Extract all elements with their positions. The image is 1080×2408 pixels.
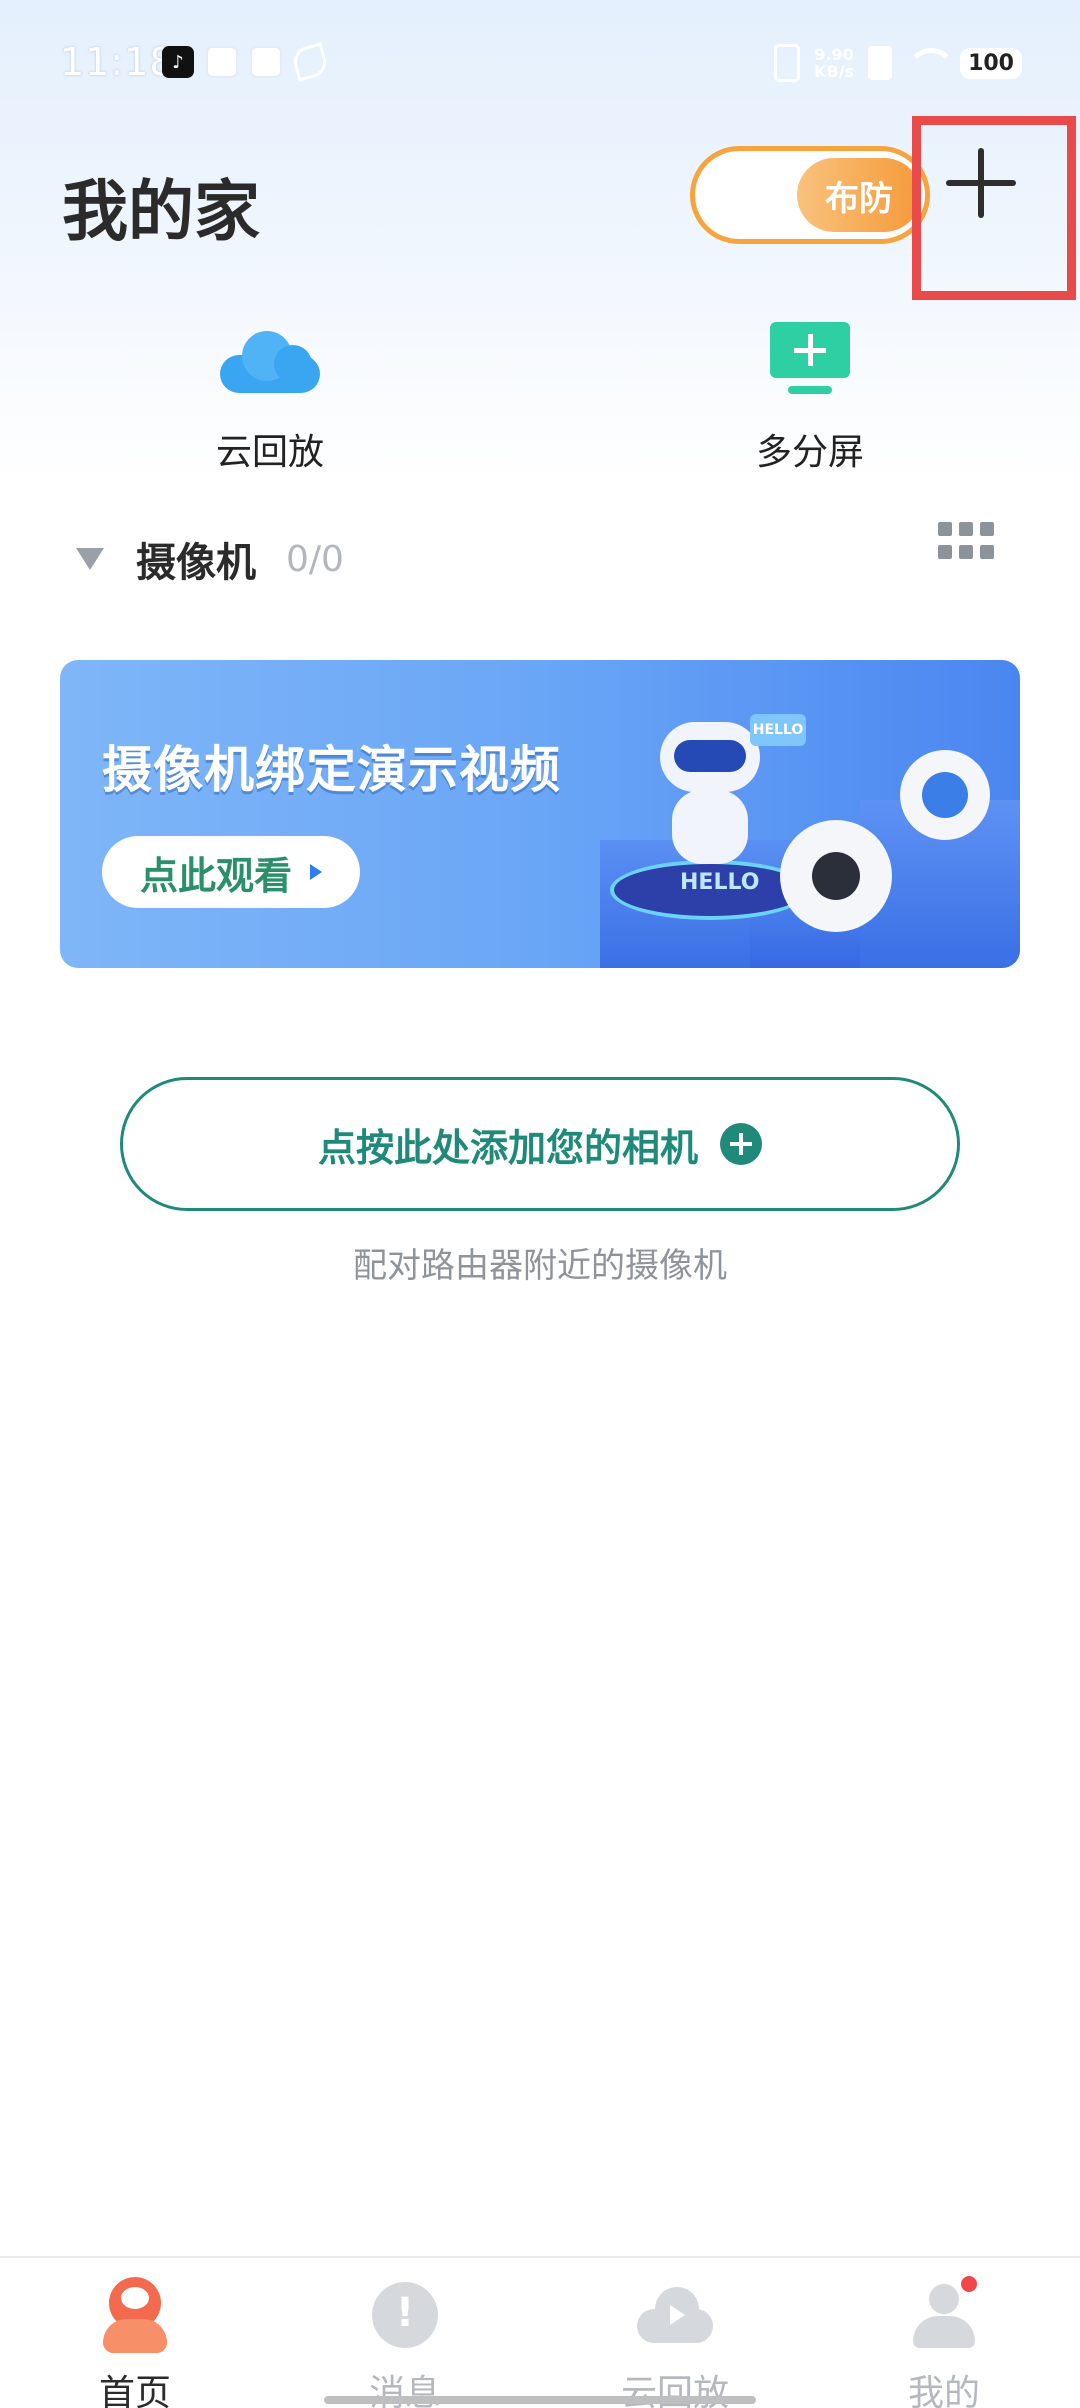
mail-icon xyxy=(206,46,238,78)
hello-base-text: HELLO xyxy=(680,870,760,895)
home-mascot-icon xyxy=(55,2272,215,2358)
nav-mine[interactable]: 我的 xyxy=(864,2272,1024,2408)
network-speed-unit: KB/s xyxy=(814,62,855,81)
grid-view-icon[interactable] xyxy=(938,522,994,560)
message-icon xyxy=(325,2272,485,2358)
home-indicator xyxy=(324,2396,756,2404)
pair-hint-text: 配对路由器附近的摄像机 xyxy=(353,1246,727,1286)
vibrate-icon xyxy=(774,44,801,82)
plus-circle-icon xyxy=(720,1123,762,1165)
add-camera-button[interactable]: 点按此处添加您的相机 xyxy=(120,1077,960,1211)
multi-screen-icon xyxy=(710,315,910,405)
nav-cloud-playback[interactable]: 云回放 xyxy=(595,2272,755,2408)
battery-indicator: 100 xyxy=(960,47,1022,79)
nav-mine-label: 我的 xyxy=(907,2373,980,2408)
nav-home-label: 首页 xyxy=(98,2373,171,2408)
banner-title: 摄像机绑定演示视频 xyxy=(102,741,561,799)
multi-screen-shortcut[interactable]: 多分屏 xyxy=(710,315,910,475)
highlight-box xyxy=(912,116,1076,300)
watch-video-button[interactable]: 点此观看 xyxy=(102,836,360,908)
bottom-nav: 首页 消息 云回放 我的 xyxy=(0,2256,1080,2408)
bluetooth-icon xyxy=(868,46,893,80)
status-right: 9.90 KB/s 100 xyxy=(774,44,1022,82)
camera-group-header[interactable]: 摄像机 0/0 xyxy=(76,530,344,588)
notification-dot xyxy=(961,2276,977,2292)
arm-toggle-knob: 布防 xyxy=(797,158,921,232)
network-speed: 9.90 KB/s xyxy=(814,46,854,80)
cloud-playback-label: 云回放 xyxy=(215,432,324,473)
camera-group-title: 摄像机 xyxy=(136,540,256,586)
hello-bubble: HELLO xyxy=(750,714,806,746)
status-bar: 11:18 ♪ 9.90 KB/s 100 xyxy=(0,0,1080,130)
lock-icon xyxy=(250,46,282,78)
nav-messages[interactable]: 消息 xyxy=(325,2272,485,2408)
cloud-playback-shortcut[interactable]: 云回放 xyxy=(170,315,370,475)
network-speed-value: 9.90 xyxy=(814,45,854,64)
collapse-triangle-icon xyxy=(76,548,104,570)
notification-icons: ♪ xyxy=(162,42,330,82)
person-icon xyxy=(864,2272,1024,2358)
add-camera-label: 点按此处添加您的相机 xyxy=(317,1125,698,1170)
demo-video-banner[interactable]: 摄像机绑定演示视频 点此观看 HELLO HELLO xyxy=(60,660,1020,968)
nav-home[interactable]: 首页 xyxy=(55,2272,215,2408)
camera-count: 0/0 xyxy=(286,538,344,580)
multi-screen-label: 多分屏 xyxy=(755,432,864,473)
leaf-icon xyxy=(290,42,330,82)
watch-video-label: 点此观看 xyxy=(139,853,292,898)
arm-toggle[interactable]: 布防 xyxy=(690,146,930,244)
play-icon xyxy=(310,864,322,880)
page-title: 我的家 xyxy=(62,173,260,250)
status-time: 11:18 xyxy=(60,40,175,84)
cloud-icon xyxy=(170,315,370,405)
robot-camera-illustration: HELLO HELLO xyxy=(600,690,1020,968)
tiktok-icon: ♪ xyxy=(162,46,194,78)
wifi-icon xyxy=(906,48,957,78)
cloud-play-icon xyxy=(595,2272,755,2358)
